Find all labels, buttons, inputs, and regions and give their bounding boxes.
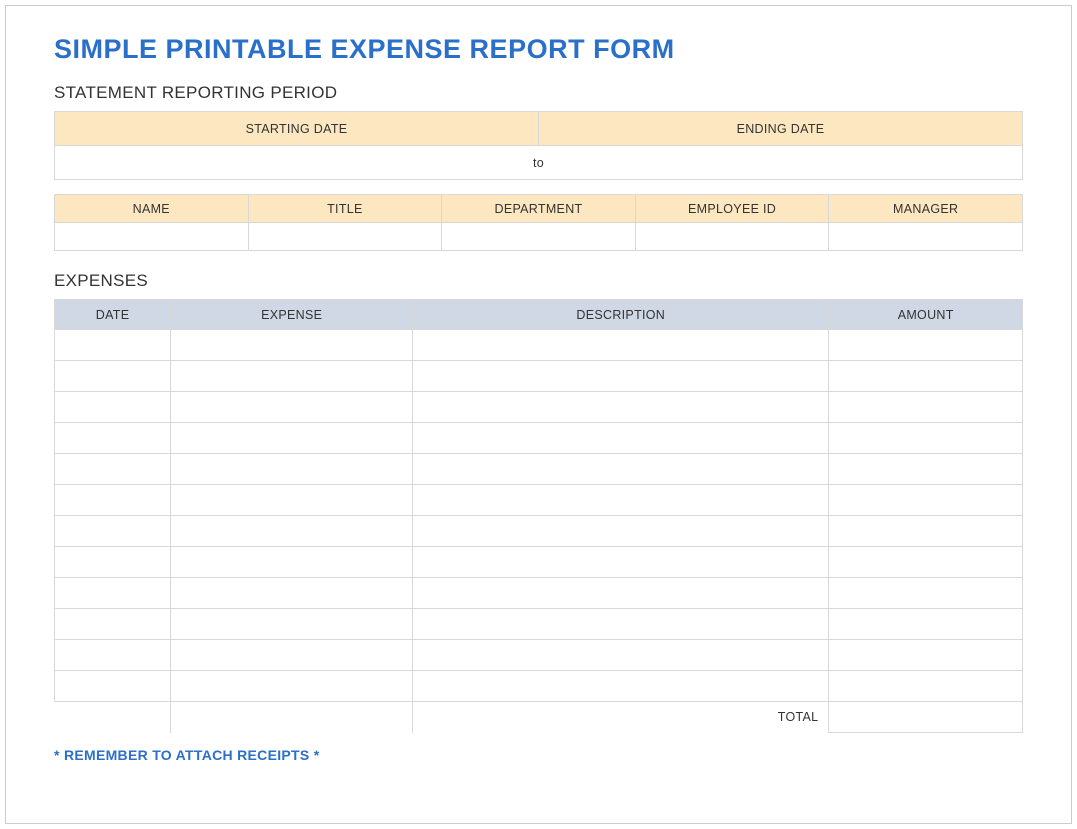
- expense-expense-cell[interactable]: [171, 640, 413, 671]
- expense-description-cell[interactable]: [413, 516, 829, 547]
- expense-row: [55, 547, 1023, 578]
- expense-row: [55, 330, 1023, 361]
- expense-row: [55, 640, 1023, 671]
- emp-header-title: TITLE: [248, 195, 442, 223]
- emp-header-employee-id: EMPLOYEE ID: [635, 195, 829, 223]
- expense-description-cell[interactable]: [413, 547, 829, 578]
- expense-amount-cell[interactable]: [829, 361, 1023, 392]
- emp-header-name: NAME: [55, 195, 249, 223]
- expense-amount-cell[interactable]: [829, 423, 1023, 454]
- exp-header-amount: AMOUNT: [829, 300, 1023, 330]
- expenses-section-label: EXPENSES: [54, 271, 1023, 291]
- expense-expense-cell[interactable]: [171, 609, 413, 640]
- expense-amount-cell[interactable]: [829, 609, 1023, 640]
- emp-header-manager: MANAGER: [829, 195, 1023, 223]
- expense-description-cell[interactable]: [413, 485, 829, 516]
- expense-description-cell[interactable]: [413, 671, 829, 702]
- expense-amount-cell[interactable]: [829, 640, 1023, 671]
- total-spacer: [171, 702, 413, 733]
- expense-description-cell[interactable]: [413, 578, 829, 609]
- expense-expense-cell[interactable]: [171, 578, 413, 609]
- expense-expense-cell[interactable]: [171, 423, 413, 454]
- expenses-table: DATE EXPENSE DESCRIPTION AMOUNT TOTAL: [54, 299, 1023, 733]
- expense-description-cell[interactable]: [413, 330, 829, 361]
- expense-date-cell[interactable]: [55, 361, 171, 392]
- total-amount-cell[interactable]: [829, 702, 1023, 733]
- expense-row: [55, 578, 1023, 609]
- exp-header-description: DESCRIPTION: [413, 300, 829, 330]
- expense-expense-cell[interactable]: [171, 392, 413, 423]
- expense-date-cell[interactable]: [55, 640, 171, 671]
- expense-date-cell[interactable]: [55, 485, 171, 516]
- period-start-header: STARTING DATE: [55, 112, 539, 146]
- expense-amount-cell[interactable]: [829, 516, 1023, 547]
- expense-date-cell[interactable]: [55, 671, 171, 702]
- expense-row: [55, 485, 1023, 516]
- expense-amount-cell[interactable]: [829, 547, 1023, 578]
- expense-amount-cell[interactable]: [829, 671, 1023, 702]
- expense-amount-cell[interactable]: [829, 485, 1023, 516]
- expense-row: [55, 516, 1023, 547]
- expense-expense-cell[interactable]: [171, 361, 413, 392]
- expense-amount-cell[interactable]: [829, 578, 1023, 609]
- emp-title-cell[interactable]: [248, 223, 442, 251]
- expense-row: [55, 609, 1023, 640]
- expense-date-cell[interactable]: [55, 578, 171, 609]
- expense-expense-cell[interactable]: [171, 547, 413, 578]
- emp-manager-cell[interactable]: [829, 223, 1023, 251]
- emp-employee-id-cell[interactable]: [635, 223, 829, 251]
- expense-description-cell[interactable]: [413, 361, 829, 392]
- expense-date-cell[interactable]: [55, 454, 171, 485]
- period-table: STARTING DATE ENDING DATE to: [54, 111, 1023, 180]
- expense-amount-cell[interactable]: [829, 392, 1023, 423]
- expense-date-cell[interactable]: [55, 516, 171, 547]
- employee-table: NAME TITLE DEPARTMENT EMPLOYEE ID MANAGE…: [54, 194, 1023, 251]
- expense-row: [55, 361, 1023, 392]
- period-section-label: STATEMENT REPORTING PERIOD: [54, 83, 1023, 103]
- expense-expense-cell[interactable]: [171, 330, 413, 361]
- expense-expense-cell[interactable]: [171, 485, 413, 516]
- expense-description-cell[interactable]: [413, 392, 829, 423]
- expense-description-cell[interactable]: [413, 423, 829, 454]
- emp-department-cell[interactable]: [442, 223, 636, 251]
- page-container: SIMPLE PRINTABLE EXPENSE REPORT FORM STA…: [5, 5, 1072, 824]
- expense-date-cell[interactable]: [55, 330, 171, 361]
- expense-expense-cell[interactable]: [171, 454, 413, 485]
- expense-amount-cell[interactable]: [829, 330, 1023, 361]
- expense-date-cell[interactable]: [55, 423, 171, 454]
- expense-row: [55, 423, 1023, 454]
- expense-description-cell[interactable]: [413, 609, 829, 640]
- emp-header-department: DEPARTMENT: [442, 195, 636, 223]
- expense-row: [55, 392, 1023, 423]
- period-end-header: ENDING DATE: [539, 112, 1023, 146]
- expense-description-cell[interactable]: [413, 640, 829, 671]
- form-title: SIMPLE PRINTABLE EXPENSE REPORT FORM: [54, 34, 1023, 65]
- expense-date-cell[interactable]: [55, 392, 171, 423]
- exp-header-expense: EXPENSE: [171, 300, 413, 330]
- footnote-receipts: * REMEMBER TO ATTACH RECEIPTS *: [54, 747, 1023, 763]
- exp-header-date: DATE: [55, 300, 171, 330]
- expense-description-cell[interactable]: [413, 454, 829, 485]
- expense-expense-cell[interactable]: [171, 516, 413, 547]
- expense-date-cell[interactable]: [55, 609, 171, 640]
- emp-name-cell[interactable]: [55, 223, 249, 251]
- expense-row: [55, 671, 1023, 702]
- expense-date-cell[interactable]: [55, 547, 171, 578]
- expense-expense-cell[interactable]: [171, 671, 413, 702]
- period-separator-cell[interactable]: to: [55, 146, 1023, 180]
- total-label: TOTAL: [413, 702, 829, 733]
- expense-amount-cell[interactable]: [829, 454, 1023, 485]
- total-spacer: [55, 702, 171, 733]
- expense-row: [55, 454, 1023, 485]
